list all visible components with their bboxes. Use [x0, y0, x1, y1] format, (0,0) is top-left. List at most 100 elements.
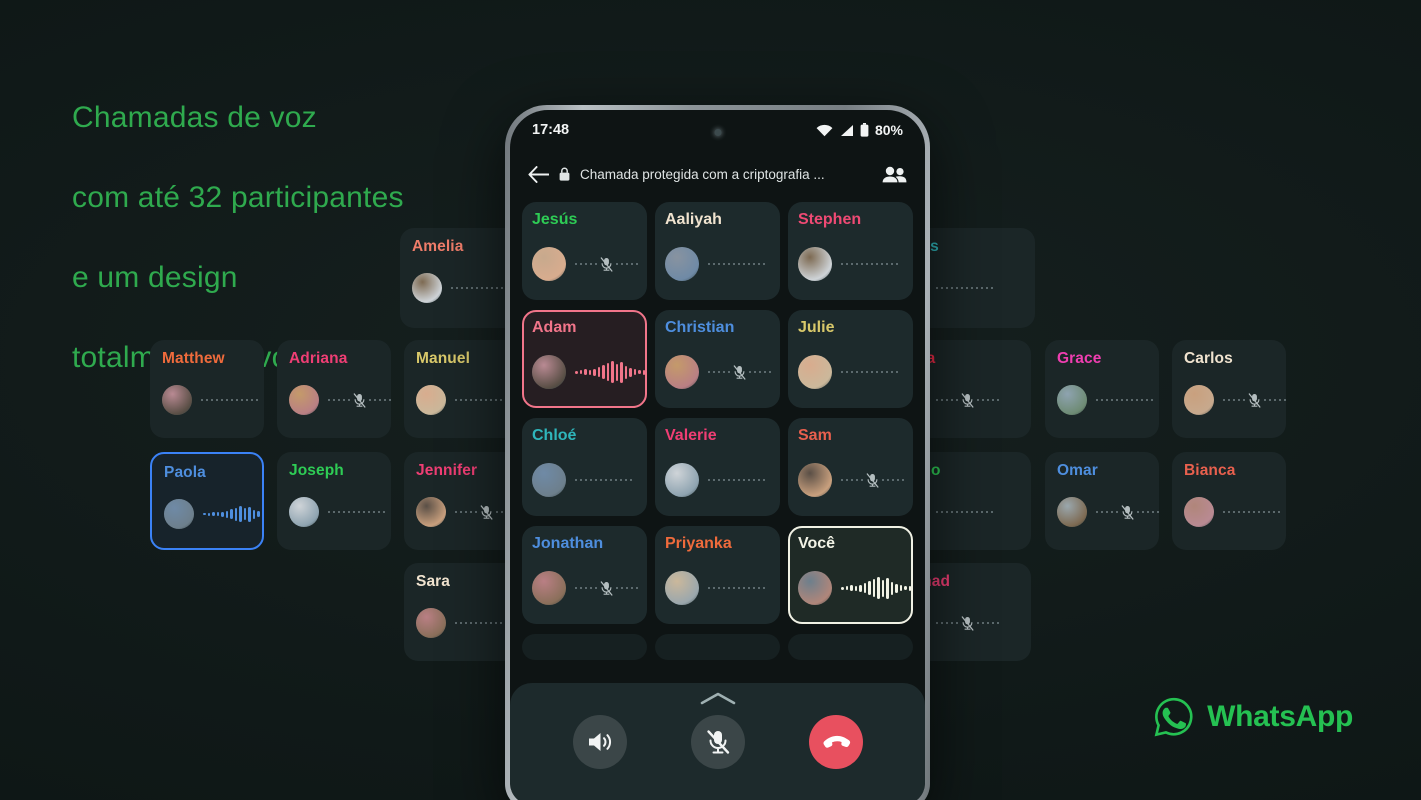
dot: [713, 371, 715, 373]
background-participant-tile[interactable]: Omar: [1045, 452, 1159, 550]
participant-tile[interactable]: Adam: [522, 310, 647, 408]
dot: [961, 287, 963, 289]
speaker-button[interactable]: [572, 715, 627, 769]
background-participant-tile[interactable]: Matthew: [150, 340, 264, 438]
idle-indicator-muted: [841, 472, 904, 488]
dot: [951, 511, 953, 513]
dot: [216, 399, 218, 401]
dot: [763, 479, 765, 481]
participant-status-row: [289, 497, 385, 527]
dot: [851, 263, 853, 265]
participant-name: Valerie: [665, 427, 717, 444]
participant-name: Sam: [798, 427, 832, 444]
avatar-image: [1184, 497, 1214, 527]
dot: [891, 371, 893, 373]
avatar-image: [1057, 497, 1087, 527]
dot: [733, 479, 735, 481]
wifi-icon: [816, 124, 833, 136]
dot: [738, 587, 740, 589]
background-participant-tile[interactable]: Bianca: [1172, 452, 1286, 550]
people-icon[interactable]: [882, 166, 907, 183]
dot: [976, 511, 978, 513]
waveform-bar: [239, 506, 242, 522]
waveform-bar: [257, 511, 260, 517]
participant-tile[interactable]: Valerie: [655, 418, 780, 516]
waveform-bar: [602, 365, 605, 379]
dot: [491, 287, 493, 289]
chevron-up-icon[interactable]: [700, 692, 736, 705]
dot: [749, 371, 751, 373]
dot: [936, 511, 938, 513]
background-participant-tile[interactable]: Carlos: [1172, 340, 1286, 438]
dot: [982, 622, 984, 624]
dot: [348, 399, 350, 401]
participant-tile-partial[interactable]: [522, 634, 647, 660]
participant-tile-partial[interactable]: [788, 634, 913, 660]
dot: [625, 479, 627, 481]
mic-off-icon: [1248, 392, 1261, 408]
participant-tile[interactable]: Chloé: [522, 418, 647, 516]
avatar-image: [416, 385, 446, 415]
dot: [636, 263, 638, 265]
waveform-bar: [261, 512, 262, 516]
dot: [1223, 511, 1225, 513]
waveform-bar: [588, 369, 591, 375]
phone-screen: 17:48 80% Chamada protegida com a cripto…: [510, 110, 925, 800]
dot: [636, 587, 638, 589]
background-participant-tile[interactable]: Paola: [150, 452, 264, 550]
participant-name: Omar: [1057, 462, 1098, 479]
dot: [1233, 399, 1235, 401]
dot: [595, 587, 597, 589]
dot: [500, 399, 502, 401]
participant-name: Você: [798, 535, 836, 552]
background-participant-tile[interactable]: Joseph: [277, 452, 391, 550]
dot: [846, 371, 848, 373]
dot: [861, 263, 863, 265]
participant-status-row: [1184, 497, 1280, 527]
dot: [575, 587, 577, 589]
participant-name: Paola: [164, 464, 206, 481]
mute-button[interactable]: [690, 715, 745, 769]
dot: [769, 371, 771, 373]
dot: [630, 479, 632, 481]
dot: [758, 263, 760, 265]
waveform-bar: [252, 509, 255, 519]
participant-tile[interactable]: Jesús: [522, 202, 647, 300]
participant-tile[interactable]: Sam: [788, 418, 913, 516]
waveform-bar: [859, 584, 862, 592]
participant-status-row: [162, 385, 258, 415]
dot: [1278, 511, 1280, 513]
participant-tile[interactable]: Jonathan: [522, 526, 647, 624]
dot: [713, 479, 715, 481]
call-control-buttons: [510, 715, 925, 769]
participant-name: Adriana: [289, 350, 348, 367]
participant-status-row: [1057, 385, 1153, 415]
participant-tile[interactable]: Priyanka: [655, 526, 780, 624]
dot: [871, 263, 873, 265]
participant-tile[interactable]: Julie: [788, 310, 913, 408]
dot: [626, 587, 628, 589]
idle-indicator: [575, 473, 632, 487]
dot: [585, 587, 587, 589]
participant-tile[interactable]: Christian: [655, 310, 780, 408]
participant-tile-partial[interactable]: [655, 634, 780, 660]
dot: [460, 399, 462, 401]
background-participant-tile[interactable]: Grace: [1045, 340, 1159, 438]
dot: [383, 511, 385, 513]
dot: [733, 587, 735, 589]
dot: [956, 399, 958, 401]
waveform-bar: [624, 365, 627, 379]
participant-tile[interactable]: Você: [788, 526, 913, 624]
back-arrow-icon[interactable]: [528, 165, 549, 183]
avatar: [665, 247, 699, 281]
end-call-button[interactable]: [808, 715, 863, 769]
dot: [886, 371, 888, 373]
participant-tile[interactable]: Aaliyah: [655, 202, 780, 300]
waveform-bar: [872, 579, 875, 597]
waveform-bar: [221, 511, 224, 517]
dot: [881, 263, 883, 265]
waveform-bar: [575, 370, 578, 374]
participant-tile[interactable]: Stephen: [788, 202, 913, 300]
participant-name: Julie: [798, 319, 835, 336]
background-participant-tile[interactable]: Adriana: [277, 340, 391, 438]
